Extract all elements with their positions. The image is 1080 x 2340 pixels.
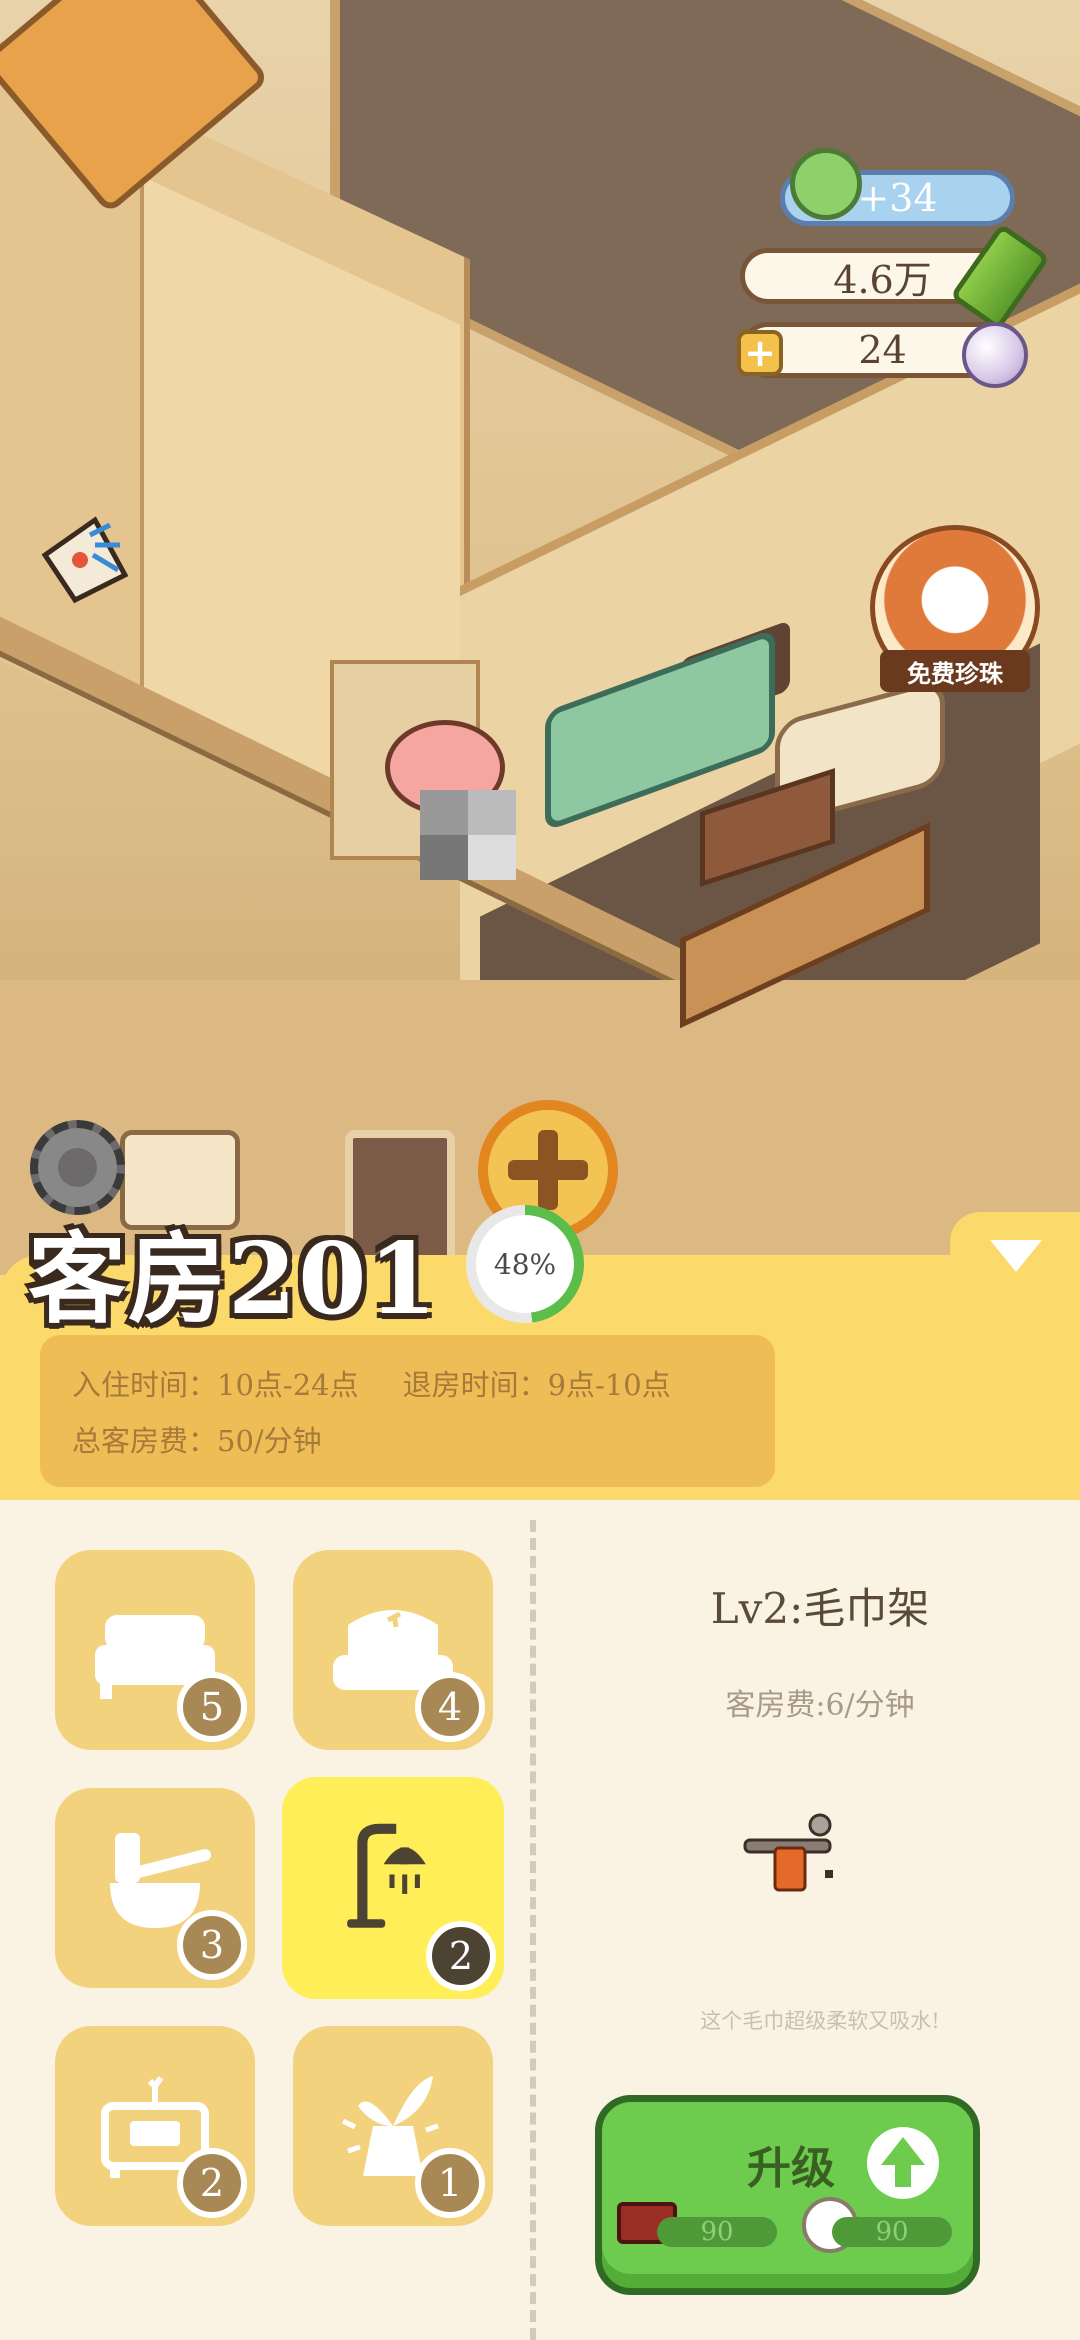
room-title: 客房201 [28,1222,439,1337]
room-info-box: 入住时间：10点-24点 退房时间：9点-10点 总客房费：50/分钟 [40,1335,775,1487]
upgrade-label: 升级 [747,2143,835,2194]
bamboo-income-value: +34 [857,176,938,220]
category-sofa[interactable]: 4 [293,1550,493,1750]
room-progress-text: 48% [476,1215,574,1313]
towel-rack-icon [743,1813,833,1892]
wood-cost: 90 [657,2217,777,2247]
add-pearls-button[interactable]: + [737,330,783,376]
free-pearl-label[interactable]: 免费珍珠 [880,650,1030,692]
category-cabinet[interactable]: 2 [55,2026,255,2226]
category-toilet[interactable]: 3 [55,1788,255,1988]
room-progress-ring: 48% [466,1205,584,1323]
checkout-time: 退房时间：9点-10点 [402,1368,671,1402]
category-shower[interactable]: 2 [282,1777,504,1999]
collapse-panel-button[interactable] [950,1212,1080,1322]
cotton-cost: 90 [832,2217,952,2247]
category-count: 2 [426,1921,496,1991]
pearl-amount: 24 [858,328,907,372]
bamboo-amount: 4.6万 [833,257,932,302]
category-plant[interactable]: 1 [293,2026,493,2226]
panel-divider [530,1520,536,2340]
pearl-icon [962,322,1028,388]
bamboo-spirit-icon [790,148,862,220]
item-title: Lv2:毛巾架 [710,1584,930,1633]
total-room-fee: 总客房费：50/分钟 [72,1424,322,1458]
category-count: 5 [177,1672,247,1742]
item-description: 这个毛巾超级柔软又吸水! [700,2009,940,2033]
upgrade-arrow-icon [867,2127,939,2199]
checkin-time: 入住时间：10点-24点 [72,1368,359,1402]
fan-decoration-icon[interactable] [35,515,135,605]
category-count: 3 [177,1910,247,1980]
shower-icon [347,1823,426,1928]
category-count: 1 [415,2148,485,2218]
category-count: 2 [177,2148,247,2218]
pixelated-area [420,790,516,880]
item-fee: 客房费:6/分钟 [725,1688,915,1723]
category-count: 4 [415,1672,485,1742]
category-bed[interactable]: 5 [55,1550,255,1750]
upgrade-button[interactable]: 升级 90 90 [595,2095,980,2295]
